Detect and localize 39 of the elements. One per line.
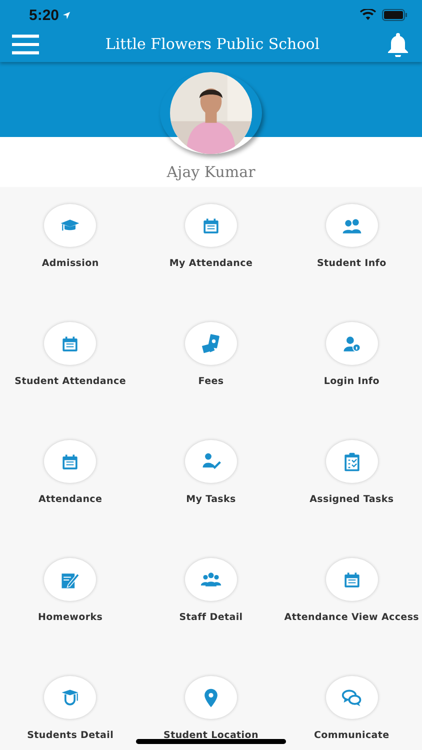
menu-tile-button[interactable] (326, 440, 378, 483)
menu-label[interactable]: Login Info (324, 376, 380, 387)
menu-label[interactable]: Homeworks (38, 612, 103, 623)
profile-name: Ajay Kumar (166, 163, 256, 181)
menu-tile-button[interactable] (184, 558, 237, 601)
menu-label[interactable]: Attendance (38, 494, 102, 505)
menu-label[interactable]: Communicate (314, 730, 390, 741)
menu-label[interactable]: Admission (42, 258, 99, 269)
menu-label[interactable]: Student Info (316, 258, 386, 269)
menu-tile-button[interactable] (326, 676, 378, 719)
menu-label[interactable]: My Attendance (169, 258, 253, 269)
menu-tile-button[interactable] (326, 322, 378, 365)
menu-button[interactable] (12, 34, 39, 54)
menu-tile-button[interactable] (326, 558, 378, 601)
location-arrow-icon (62, 10, 72, 20)
wifi-icon (360, 9, 376, 21)
menu-tile-button[interactable] (184, 322, 237, 365)
menu-tile-button[interactable] (184, 676, 237, 719)
menu-tile-button[interactable] (44, 204, 96, 247)
menu-label[interactable]: Student Attendance (14, 376, 126, 387)
menu-tile-button[interactable] (44, 676, 96, 719)
menu-label[interactable]: Fees (198, 376, 224, 387)
menu-tile-button[interactable] (44, 440, 96, 483)
money-icon (200, 332, 222, 354)
menu-label[interactable]: My Tasks (186, 494, 236, 505)
menu-label[interactable]: Student Location (164, 730, 258, 741)
menu-label[interactable]: Attendance View Access (284, 612, 420, 623)
status-time: 5:20 (29, 6, 60, 24)
menu-label[interactable]: Staff Detail (179, 612, 243, 623)
menu-tile-button[interactable] (184, 440, 237, 483)
menu-label[interactable]: Assigned Tasks (310, 494, 394, 505)
menu-tile-button[interactable] (326, 204, 378, 247)
menu-tile-button[interactable] (44, 558, 96, 601)
menu-tile-button[interactable] (44, 322, 96, 365)
menu-tile-button[interactable] (184, 204, 237, 247)
app-title: Little Flowers Public School (104, 35, 321, 53)
battery-icon (382, 9, 408, 21)
menu-label[interactable]: Students Detail (27, 730, 114, 741)
notification-bell-icon[interactable] (386, 31, 410, 57)
